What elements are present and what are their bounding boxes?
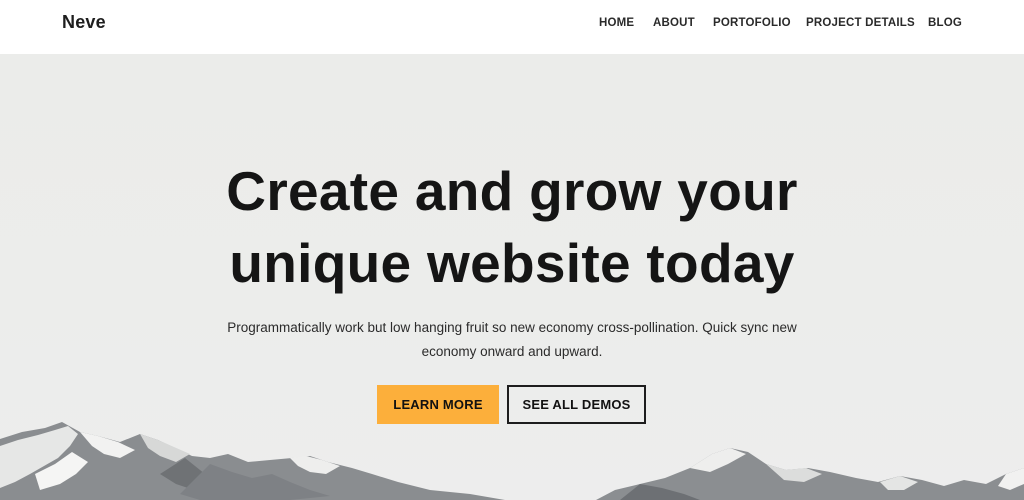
- hero-headline-line-2: unique website today: [229, 232, 795, 294]
- learn-more-button[interactable]: LEARN MORE: [377, 385, 499, 424]
- see-all-demos-button[interactable]: SEE ALL DEMOS: [507, 385, 646, 424]
- hero-description: Programmatically work but low hanging fr…: [227, 320, 797, 359]
- nav-item-about[interactable]: ABOUT: [653, 17, 695, 29]
- site-header: Neve HOME ABOUT PORTOFOLIO PROJECT DETAI…: [0, 0, 1024, 54]
- nav-item-project-details[interactable]: PROJECT DETAILS: [806, 17, 915, 29]
- hero-headline-line-1: Create and grow your: [226, 160, 798, 222]
- nav-item-blog[interactable]: BLOG: [928, 17, 962, 29]
- nav-item-portofolio[interactable]: PORTOFOLIO: [713, 17, 791, 29]
- nav-item-home[interactable]: HOME: [599, 17, 634, 29]
- hero-headline: Create and grow your unique website toda…: [0, 155, 1024, 299]
- hero-section: Create and grow your unique website toda…: [0, 54, 1024, 500]
- main-navigation: HOME ABOUT PORTOFOLIO PROJECT DETAILS BL…: [0, 17, 1024, 31]
